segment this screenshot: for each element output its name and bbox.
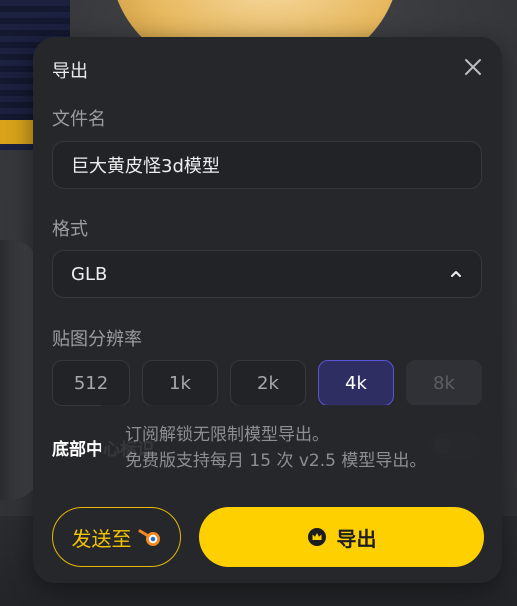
send-to-label: 发送至 — [71, 526, 132, 551]
resolution-option-2k[interactable]: 2k — [230, 360, 306, 406]
resolution-option-1k[interactable]: 1k — [142, 360, 218, 406]
export-label: 导出 — [336, 526, 377, 551]
resolution-label: 贴图分辨率 — [52, 329, 142, 350]
dialog-title: 导出 — [52, 61, 88, 82]
format-label: 格式 — [52, 219, 88, 240]
tooltip-line-2: 免费版支持每月 15 次 v2.5 模型导出。 — [125, 451, 427, 471]
format-value: GLB — [71, 263, 108, 285]
resolution-option-4k[interactable]: 4k — [318, 360, 394, 406]
send-to-button[interactable]: 发送至 — [52, 507, 181, 567]
export-button[interactable]: 导出 — [199, 507, 484, 567]
format-select[interactable]: GLB — [52, 250, 482, 298]
filename-field[interactable] — [52, 141, 482, 189]
resolution-option-512[interactable]: 512 — [52, 360, 130, 406]
filename-input[interactable] — [71, 154, 463, 176]
chevron-up-icon — [451, 271, 461, 277]
subscription-tooltip: 订阅解锁无限制模型导出。 免费版支持每月 15 次 v2.5 模型导出。 — [101, 405, 501, 481]
crown-icon — [307, 528, 326, 546]
close-icon[interactable] — [462, 56, 484, 78]
tooltip-line-1: 订阅解锁无限制模型导出。 — [125, 425, 329, 445]
filename-label: 文件名 — [52, 109, 106, 130]
resolution-options: 512 1k 2k 4k 8k — [52, 360, 482, 406]
export-dialog: 导出 文件名 格式 GLB 贴图分辨率 512 1k 2k 4k 8k 底部中心… — [33, 37, 502, 583]
blender-icon — [138, 529, 160, 546]
resolution-option-8k: 8k — [406, 360, 482, 406]
